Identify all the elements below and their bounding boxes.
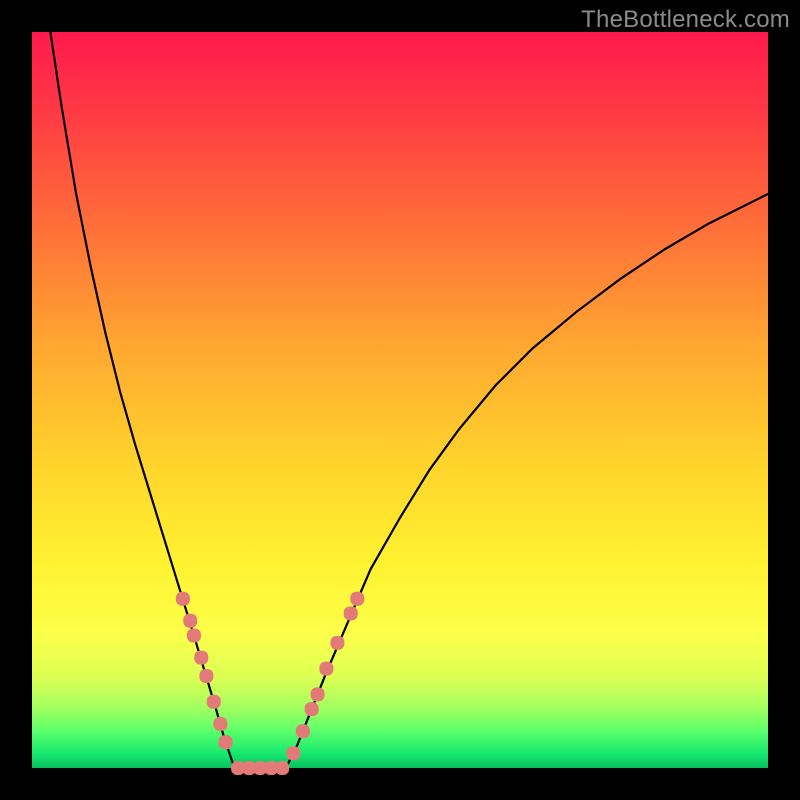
curve-marker — [344, 606, 358, 620]
curve-marker — [176, 592, 190, 606]
curve-marker — [330, 636, 344, 650]
curve-marker — [275, 761, 289, 775]
curve-marker — [187, 629, 201, 643]
chart-frame: TheBottleneck.com — [0, 0, 800, 800]
curve-marker — [219, 735, 233, 749]
plot-area — [32, 32, 768, 768]
curve-marker — [183, 614, 197, 628]
curve-marker — [311, 687, 325, 701]
watermark-text: TheBottleneck.com — [581, 6, 790, 34]
curve-marker — [286, 746, 300, 760]
curve-marker — [199, 669, 213, 683]
curve-markers — [176, 592, 364, 775]
curve-marker — [213, 717, 227, 731]
curve-layer — [32, 32, 768, 768]
curve-marker — [296, 724, 310, 738]
curve-right-branch — [286, 194, 768, 768]
curve-marker — [207, 695, 221, 709]
curve-marker — [194, 651, 208, 665]
curve-marker — [319, 662, 333, 676]
curve-marker — [305, 702, 319, 716]
curve-marker — [350, 592, 364, 606]
